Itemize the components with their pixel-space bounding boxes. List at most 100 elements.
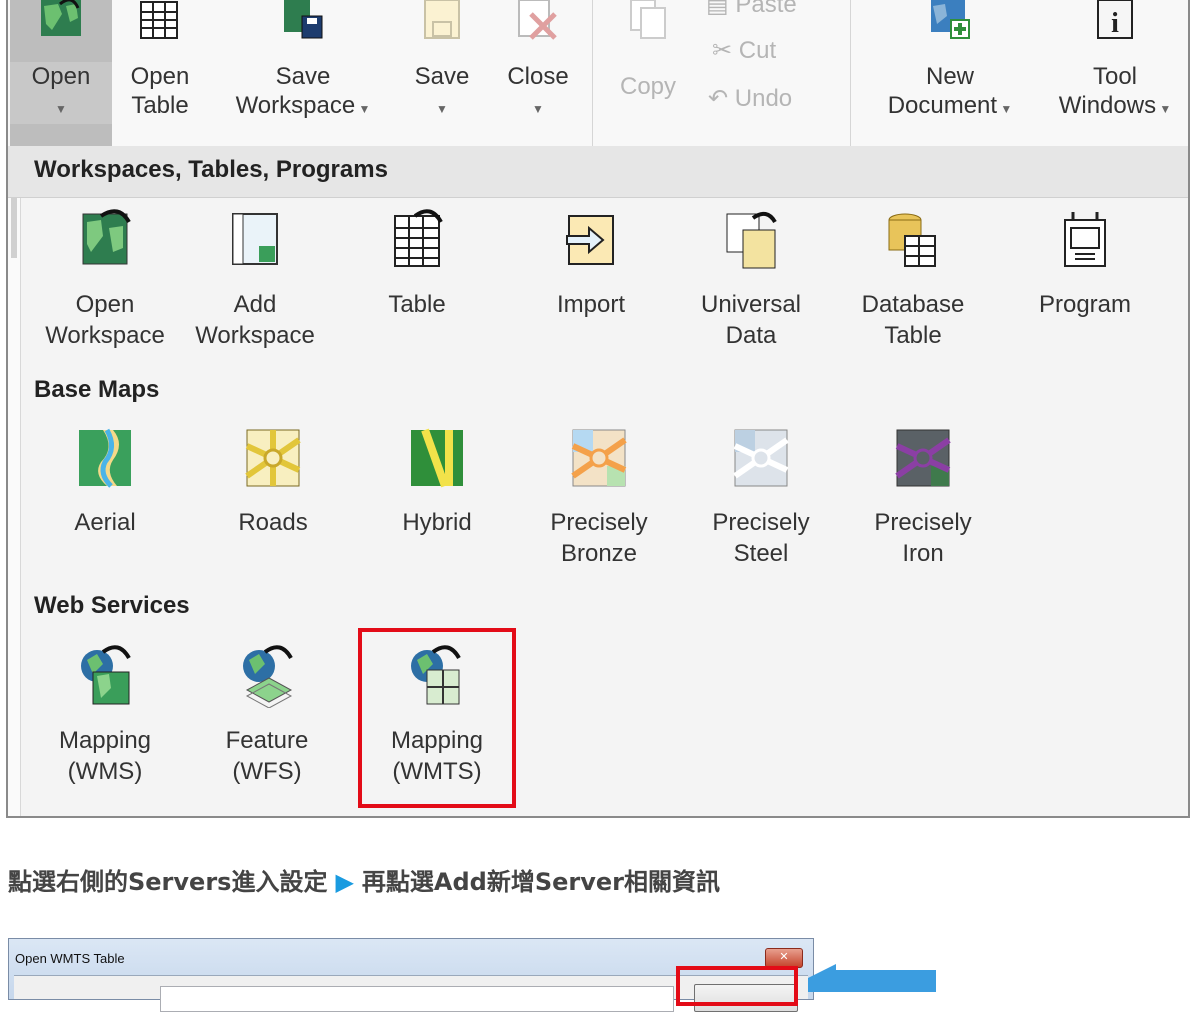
close-icon: ✕: [779, 951, 789, 963]
menu-item-add-workspace[interactable]: Add Workspace: [180, 208, 330, 351]
add-workspace-icon: [232, 213, 278, 265]
svg-text:i: i: [1111, 8, 1119, 39]
program-icon: [1064, 212, 1106, 267]
hybrid-map-icon: [411, 428, 463, 488]
ribbon-toolbar: Open ▼ Open Table Save Workspace ▼ Save ▼ Cl…: [8, 0, 1188, 147]
undo-icon: ↶: [708, 85, 729, 112]
item-label-1: Open: [75, 291, 135, 318]
item-label-1: Table: [388, 291, 446, 318]
menu-item-precisely-iron[interactable]: Precisely Iron: [848, 426, 998, 569]
item-label-2: (WFS): [232, 758, 302, 785]
item-label-1: Add: [233, 291, 277, 318]
menu-item-universal-data[interactable]: Universal Data: [676, 208, 826, 351]
cut-label: Cut: [738, 37, 777, 64]
item-label-1: Universal: [700, 291, 802, 318]
menu-item-database-table[interactable]: Database Table: [838, 208, 988, 351]
save-label: Save: [414, 63, 470, 90]
new-document-label-1: New: [925, 63, 974, 90]
item-label-1: Import: [556, 291, 625, 318]
chevron-down-icon: ▼: [1156, 102, 1172, 116]
section-basemaps-header: Base Maps: [34, 376, 160, 403]
item-label-1: Mapping: [58, 727, 152, 754]
item-label-2: Bronze: [560, 540, 638, 567]
dialog-close-button[interactable]: ✕: [765, 948, 803, 968]
menu-item-aerial[interactable]: Aerial: [30, 426, 180, 538]
tool-windows-button[interactable]: i Tool Windows ▼: [1042, 0, 1188, 146]
save-icon: [424, 0, 460, 39]
item-label-2: Steel: [733, 540, 789, 567]
section-workspaces-header: Workspaces, Tables, Programs: [8, 146, 1188, 198]
chevron-down-icon: ▼: [55, 102, 67, 116]
menu-item-precisely-bronze[interactable]: Precisely Bronze: [524, 426, 674, 569]
item-label-1: Precisely: [874, 509, 972, 536]
menu-scrollbar[interactable]: [8, 198, 21, 816]
open-button[interactable]: Open ▼: [10, 0, 112, 146]
save-button[interactable]: Save ▼: [402, 0, 482, 146]
item-label-1: Aerial: [74, 509, 136, 536]
open-workspace-icon: [41, 0, 81, 36]
new-document-icon: [931, 0, 970, 39]
ribbon-window: Open ▼ Open Table Save Workspace ▼ Save ▼ Cl…: [6, 0, 1190, 818]
close-label: Close: [507, 63, 569, 90]
caption-step-2: 再點選Add新增Server相關資訊: [361, 868, 721, 896]
undo-button[interactable]: ↶ Undo: [708, 84, 792, 113]
close-button[interactable]: Close ▼: [494, 0, 582, 146]
save-workspace-button[interactable]: Save Workspace ▼: [212, 0, 394, 146]
server-combo[interactable]: [160, 986, 674, 1012]
item-label-1: Feature: [225, 727, 309, 754]
wfs-globe-icon: [243, 645, 293, 709]
item-label-2: Data: [725, 322, 777, 349]
open-table-icon: [140, 1, 178, 39]
copy-button[interactable]: Copy: [602, 0, 694, 146]
chevron-down-icon: ▼: [355, 102, 371, 116]
menu-item-mapping-wms[interactable]: Mapping (WMS): [30, 644, 180, 787]
new-document-label-2: Document: [887, 92, 998, 119]
item-label-2: Workspace: [195, 322, 315, 349]
chevron-down-icon: ▼: [436, 102, 448, 116]
menu-item-hybrid[interactable]: Hybrid: [362, 426, 512, 538]
wmts-highlight-box: [358, 628, 516, 808]
menu-item-program[interactable]: Program: [1010, 208, 1160, 320]
dialog-title: Open WMTS Table: [15, 951, 125, 966]
item-label-2: Table: [884, 322, 942, 349]
universal-data-icon: [726, 211, 777, 269]
tool-windows-label-2: Windows: [1058, 92, 1157, 119]
copy-icon: [630, 0, 666, 39]
menu-item-feature-wfs[interactable]: Feature (WFS): [192, 644, 342, 787]
paste-button[interactable]: ▤ Paste: [706, 0, 797, 19]
paste-icon: ▤: [706, 0, 729, 18]
undo-label: Undo: [734, 85, 793, 112]
menu-item-table[interactable]: Table: [342, 208, 492, 320]
item-label-1: Program: [1038, 291, 1132, 318]
open-workspace-icon: [82, 209, 131, 265]
menu-item-import[interactable]: Import: [516, 208, 666, 320]
wms-globe-icon: [81, 645, 131, 705]
copy-label: Copy: [619, 73, 677, 100]
tool-windows-label-1: Tool: [1092, 63, 1138, 90]
servers-highlight-box: [676, 966, 798, 1006]
cut-button[interactable]: ✂ Cut: [712, 36, 776, 65]
instruction-caption: 點選右側的Servers進入設定 ▶ 再點選Add新增Server相關資訊: [8, 862, 720, 897]
item-label-1: Precisely: [550, 509, 648, 536]
precisely-bronze-map-icon: [571, 429, 627, 487]
close-table-icon: [518, 0, 557, 40]
ribbon-separator: [850, 0, 851, 146]
item-label-2: Iron: [902, 540, 944, 567]
menu-item-open-workspace[interactable]: Open Workspace: [30, 208, 180, 351]
item-label-1: Database: [861, 291, 965, 318]
open-table-button[interactable]: Open Table: [120, 0, 200, 146]
menu-item-precisely-steel[interactable]: Precisely Steel: [686, 426, 836, 569]
precisely-iron-map-icon: [895, 429, 951, 487]
new-document-button[interactable]: New Document ▼: [860, 0, 1040, 146]
item-label-1: Precisely: [712, 509, 810, 536]
pointer-arrow-icon: [808, 964, 936, 992]
open-label: Open: [31, 63, 91, 90]
scrollbar-thumb[interactable]: [11, 198, 17, 258]
chevron-down-icon: ▼: [532, 102, 544, 116]
database-table-icon: [888, 213, 936, 267]
import-icon: [566, 215, 614, 265]
menu-item-roads[interactable]: Roads: [198, 426, 348, 538]
open-dropdown-menu: Workspaces, Tables, Programs Open Workspa…: [8, 146, 1188, 816]
precisely-steel-map-icon: [733, 429, 789, 487]
save-workspace-label-2: Workspace: [235, 92, 356, 119]
